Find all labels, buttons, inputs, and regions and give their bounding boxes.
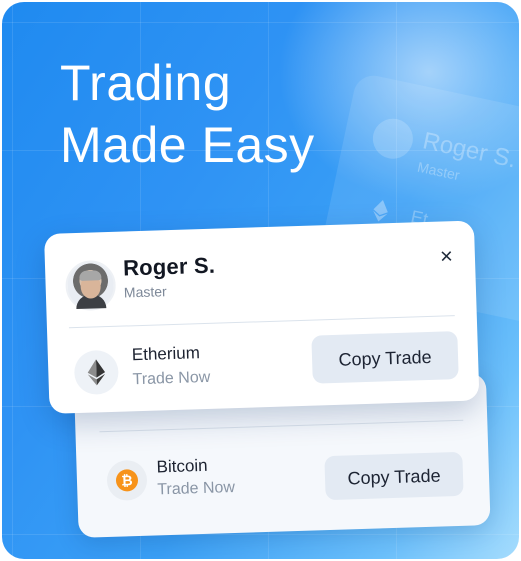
ghost-role: Master (415, 158, 462, 184)
bitcoin-icon-wrapper: ₿ (106, 459, 148, 502)
promo-banner: Trading Made Easy Roger S. Master Et × ₿… (2, 2, 519, 559)
close-icon[interactable]: × (440, 243, 454, 269)
headline: Trading Made Easy (60, 52, 315, 176)
trader-name: Roger S. (122, 252, 216, 281)
ghost-avatar (369, 114, 417, 163)
card-divider (68, 315, 455, 329)
ghost-ethereum-icon (373, 199, 388, 222)
headline-line-2: Made Easy (60, 117, 315, 173)
trade-now-link[interactable]: Trade Now (132, 369, 210, 389)
ethereum-icon-wrapper (73, 349, 120, 396)
avatar-hair (79, 270, 102, 281)
headline-line-1: Trading (60, 55, 232, 111)
avatar (64, 259, 117, 312)
ethereum-icon (87, 359, 106, 386)
copy-trade-button[interactable]: Copy Trade (324, 451, 464, 501)
trader-role: Master (123, 283, 167, 301)
bitcoin-icon: ₿ (115, 469, 139, 492)
card-divider (99, 419, 464, 433)
coin-name: Bitcoin (156, 455, 208, 477)
trader-card-ethereum: Roger S. Master × Etherium Trade Now Cop… (44, 220, 480, 414)
copy-trade-button[interactable]: Copy Trade (311, 331, 459, 384)
trade-now-link[interactable]: Trade Now (157, 479, 235, 499)
coin-name: Etherium (131, 343, 201, 365)
